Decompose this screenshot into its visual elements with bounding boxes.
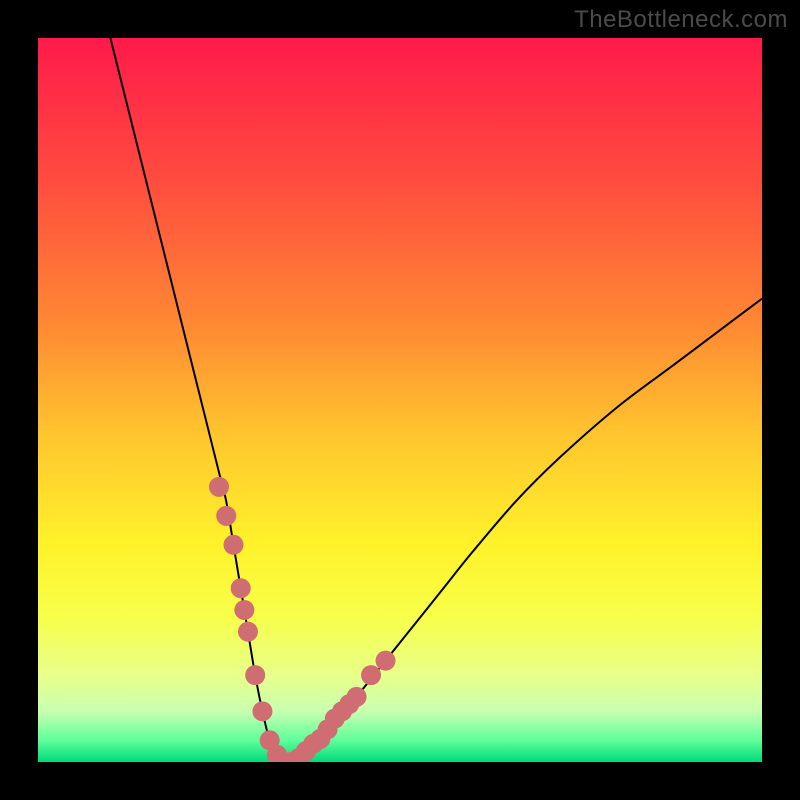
curve-marker [376, 651, 396, 671]
bottleneck-chart [38, 38, 762, 762]
curve-marker [223, 535, 243, 555]
app-frame: TheBottleneck.com [0, 0, 800, 800]
curve-marker [245, 665, 265, 685]
watermark-text: TheBottleneck.com [574, 6, 788, 34]
curve-marker [361, 665, 381, 685]
heat-gradient-background [38, 38, 762, 762]
curve-marker [231, 578, 251, 598]
curve-marker [252, 701, 272, 721]
curve-marker [234, 600, 254, 620]
chart-area [38, 38, 762, 762]
curve-marker [209, 477, 229, 497]
curve-marker [238, 622, 258, 642]
curve-marker [347, 687, 367, 707]
curve-marker [216, 506, 236, 526]
